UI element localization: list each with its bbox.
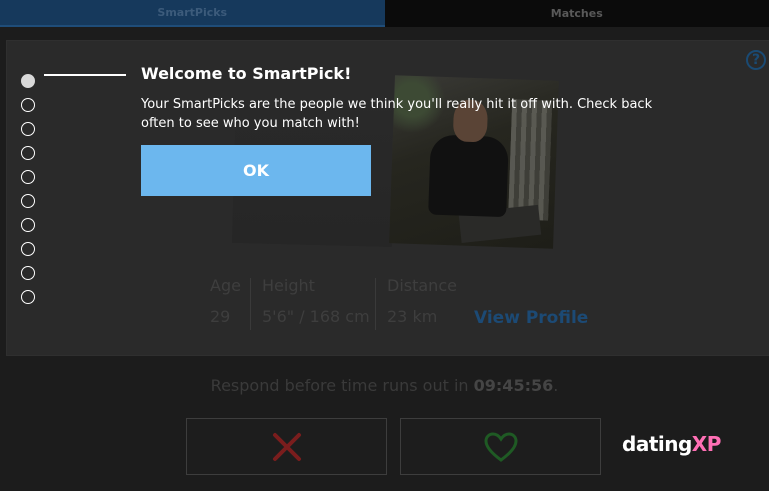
tab-matches[interactable]: Matches: [384, 0, 769, 27]
like-button[interactable]: [400, 418, 601, 475]
onboarding-title: Welcome to SmartPick!: [141, 64, 352, 83]
smartpicks-page: SmartPicks Matches ? Age 29 Height 5'6" …: [0, 0, 769, 491]
onboarding-step-dot[interactable]: [21, 98, 35, 112]
onboarding-step-dot[interactable]: [21, 74, 35, 88]
tab-bar: SmartPicks Matches: [0, 0, 769, 27]
respond-timer-text: Respond before time runs out in 09:45:56…: [0, 376, 769, 395]
onboarding-step-dot[interactable]: [21, 266, 35, 280]
onboarding-step-dot[interactable]: [21, 146, 35, 160]
datingxp-logo: datingXP: [622, 432, 721, 456]
photo-person-body: [428, 134, 509, 218]
view-profile-link[interactable]: View Profile: [474, 308, 588, 328]
onboarding-body: Your SmartPicks are the people we think …: [141, 97, 653, 131]
close-icon: [272, 432, 301, 461]
stat-height-value: 5'6" / 168 cm: [262, 307, 370, 326]
logo-accent: XP: [691, 432, 722, 456]
help-icon[interactable]: ?: [746, 50, 766, 70]
respond-prefix: Respond before time runs out in: [210, 376, 474, 395]
stat-distance-label: Distance: [387, 276, 457, 295]
tab-smartpicks[interactable]: SmartPicks: [0, 0, 385, 27]
onboarding-step-dot[interactable]: [21, 122, 35, 136]
stat-height: Height 5'6" / 168 cm: [262, 276, 370, 336]
onboarding-step-dot[interactable]: [21, 290, 35, 304]
logo-text: dating: [622, 432, 692, 456]
onboarding-step-dot[interactable]: [21, 194, 35, 208]
stat-divider: [375, 278, 376, 330]
onboarding-step-indicator: [21, 74, 39, 314]
onboarding-step-dot[interactable]: [21, 170, 35, 184]
stat-divider: [250, 278, 251, 330]
onboarding-step-dot[interactable]: [21, 242, 35, 256]
stat-age-value: 29: [210, 307, 231, 326]
countdown-timer: 09:45:56: [473, 376, 554, 395]
stat-height-label: Height: [262, 276, 315, 295]
stat-distance-value: 23 km: [387, 307, 438, 326]
onboarding-pointer-line: [44, 74, 126, 76]
respond-suffix: .: [553, 376, 559, 395]
reject-button[interactable]: [186, 418, 387, 475]
onboarding-step-dot[interactable]: [21, 218, 35, 232]
stat-age-label: Age: [210, 276, 241, 295]
stat-age: Age 29: [210, 276, 241, 336]
heart-icon: [483, 431, 518, 462]
ok-button[interactable]: OK: [141, 145, 371, 196]
stat-distance: Distance 23 km: [387, 276, 457, 336]
